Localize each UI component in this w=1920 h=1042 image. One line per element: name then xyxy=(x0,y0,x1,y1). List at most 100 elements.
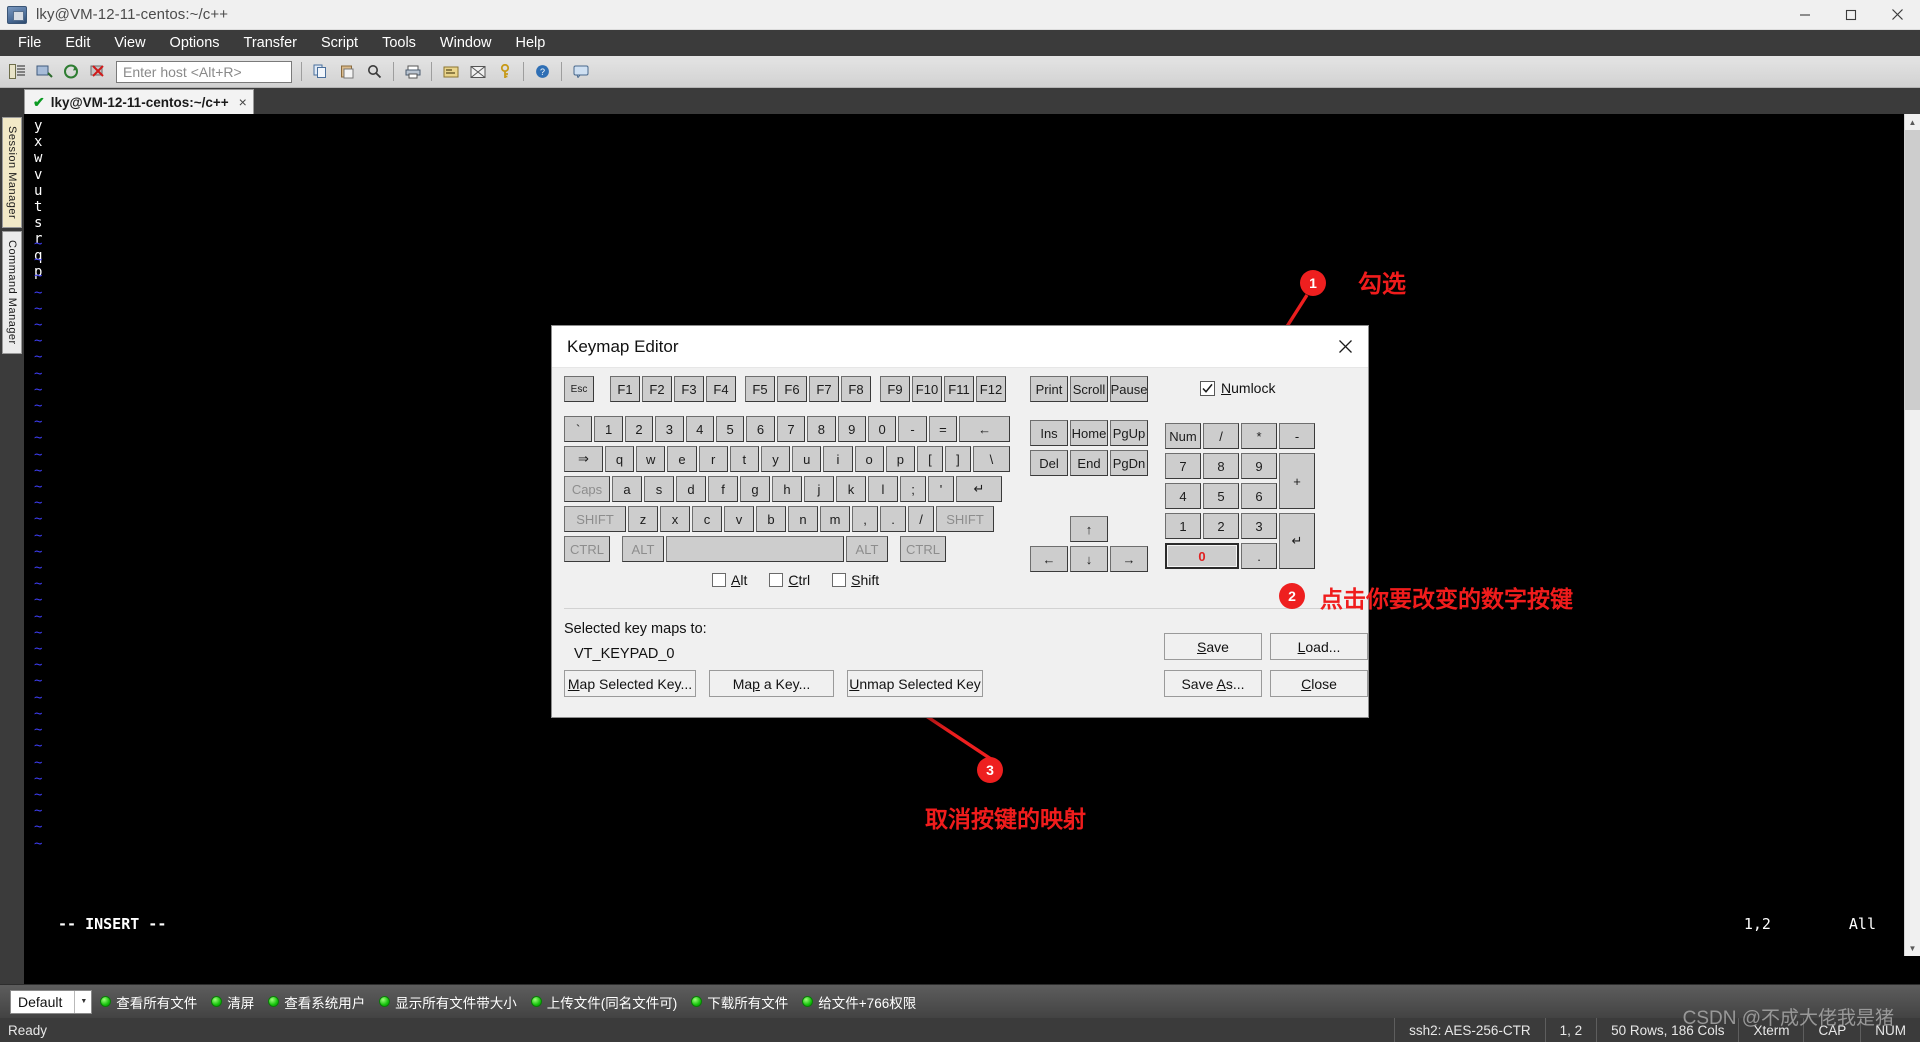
key-f8[interactable]: F8 xyxy=(841,376,871,402)
key-arrow-right[interactable]: → xyxy=(1110,546,1148,572)
menu-edit[interactable]: Edit xyxy=(53,31,102,55)
menu-window[interactable]: Window xyxy=(428,31,504,55)
key-w[interactable]: w xyxy=(636,446,666,472)
key-numpad-minus[interactable]: - xyxy=(1279,423,1315,449)
minimize-icon[interactable] xyxy=(1782,0,1828,30)
map-selected-key-button[interactable]: Map Selected Key... xyxy=(564,670,696,697)
key-pause[interactable]: Pause xyxy=(1110,376,1148,402)
key-3[interactable]: 3 xyxy=(655,416,684,442)
key-quote[interactable]: ' xyxy=(928,476,954,502)
save-as-button[interactable]: Save As... xyxy=(1164,670,1262,697)
key-space[interactable] xyxy=(666,536,844,562)
key-scroll[interactable]: Scroll xyxy=(1070,376,1108,402)
key-numpad-multiply[interactable]: * xyxy=(1241,423,1277,449)
key-esc[interactable]: Esc xyxy=(564,376,594,402)
vertical-scrollbar[interactable]: ▲ ▼ xyxy=(1904,114,1920,956)
key-comma[interactable]: , xyxy=(852,506,878,532)
key-numpad-8[interactable]: 8 xyxy=(1203,453,1239,479)
tab-session[interactable]: ✔ lky@VM-12-11-centos:~/c++ × xyxy=(24,89,254,114)
options-icon[interactable] xyxy=(465,60,490,84)
key-l[interactable]: l xyxy=(868,476,898,502)
key-shift-right[interactable]: SHIFT xyxy=(936,506,994,532)
key-numpad-6[interactable]: 6 xyxy=(1241,483,1277,509)
key-alt-right[interactable]: ALT xyxy=(846,536,888,562)
close-icon[interactable] xyxy=(1874,0,1920,30)
key-u[interactable]: u xyxy=(792,446,822,472)
key-4[interactable]: 4 xyxy=(685,416,714,442)
host-input[interactable]: Enter host <Alt+R> xyxy=(116,60,292,83)
maximize-icon[interactable] xyxy=(1828,0,1874,30)
alt-checkbox[interactable]: Alt xyxy=(712,572,747,588)
key-8[interactable]: 8 xyxy=(807,416,836,442)
close-button[interactable]: Close xyxy=(1270,670,1368,697)
shift-checkbox[interactable]: Shift xyxy=(832,572,879,588)
scrollbar-thumb[interactable] xyxy=(1905,130,1920,410)
key-c[interactable]: c xyxy=(692,506,722,532)
scroll-up-icon[interactable]: ▲ xyxy=(1905,114,1920,130)
key-h[interactable]: h xyxy=(772,476,802,502)
key-r[interactable]: r xyxy=(698,446,728,472)
key-numpad-3[interactable]: 3 xyxy=(1241,513,1277,539)
key-f[interactable]: f xyxy=(708,476,738,502)
key-s[interactable]: s xyxy=(644,476,674,502)
key-n[interactable]: n xyxy=(788,506,818,532)
load-button[interactable]: Load... xyxy=(1270,633,1368,660)
chevron-down-icon[interactable]: ▼ xyxy=(74,990,87,1013)
key-9[interactable]: 9 xyxy=(837,416,866,442)
key-e[interactable]: e xyxy=(667,446,697,472)
map-a-key-button[interactable]: Map a Key... xyxy=(709,670,834,697)
menu-script[interactable]: Script xyxy=(309,31,370,55)
reconnect-icon[interactable] xyxy=(59,60,84,84)
key-f2[interactable]: F2 xyxy=(642,376,672,402)
key-f3[interactable]: F3 xyxy=(674,376,704,402)
key-numpad-0[interactable]: 0 xyxy=(1165,543,1239,569)
key-d[interactable]: d xyxy=(676,476,706,502)
key-pageup[interactable]: PgUp xyxy=(1110,420,1148,446)
key-delete[interactable]: Del xyxy=(1030,450,1068,476)
key-bracket-right[interactable]: ] xyxy=(944,446,971,472)
key-bracket-left[interactable]: [ xyxy=(916,446,943,472)
key-i[interactable]: i xyxy=(823,446,853,472)
button-bar-item-4[interactable]: 上传文件(同名文件可) xyxy=(530,992,677,1012)
key-b[interactable]: b xyxy=(756,506,786,532)
key-6[interactable]: 6 xyxy=(746,416,775,442)
key-numlock[interactable]: Num xyxy=(1165,423,1201,449)
key-numpad-1[interactable]: 1 xyxy=(1165,513,1201,539)
key-semicolon[interactable]: ; xyxy=(900,476,926,502)
scroll-down-icon[interactable]: ▼ xyxy=(1905,940,1920,956)
key-arrow-left[interactable]: ← xyxy=(1030,546,1068,572)
rail-command-manager[interactable]: Command Manager xyxy=(2,231,22,354)
key-numpad-enter[interactable]: ↵ xyxy=(1279,513,1315,569)
button-bar-item-5[interactable]: 下载所有文件 xyxy=(691,992,788,1012)
numlock-checkbox[interactable]: Numlock xyxy=(1200,380,1275,396)
key-equals[interactable]: = xyxy=(928,416,958,442)
key-numpad-7[interactable]: 7 xyxy=(1165,453,1201,479)
key-alt-left[interactable]: ALT xyxy=(622,536,664,562)
key-f9[interactable]: F9 xyxy=(880,376,910,402)
key-insert[interactable]: Ins xyxy=(1030,420,1068,446)
key-backslash[interactable]: \ xyxy=(972,446,1010,472)
menu-options[interactable]: Options xyxy=(158,31,232,55)
rail-session-manager[interactable]: Session Manager xyxy=(2,117,22,229)
key-ctrl-left[interactable]: CTRL xyxy=(564,536,610,562)
key-a[interactable]: a xyxy=(612,476,642,502)
key-ctrl-right[interactable]: CTRL xyxy=(900,536,946,562)
key-f10[interactable]: F10 xyxy=(912,376,942,402)
key-m[interactable]: m xyxy=(820,506,850,532)
key-1[interactable]: 1 xyxy=(594,416,623,442)
key-numpad-plus[interactable]: + xyxy=(1279,453,1315,509)
key-capslock[interactable]: Caps xyxy=(564,476,610,502)
key-enter[interactable]: ↵ xyxy=(956,476,1002,502)
key-numpad-2[interactable]: 2 xyxy=(1203,513,1239,539)
button-bar-item-1[interactable]: 清屏 xyxy=(211,992,254,1012)
help-icon[interactable]: ? xyxy=(530,60,555,84)
alt-checkbox-box[interactable] xyxy=(712,573,726,587)
button-bar-item-6[interactable]: 给文件+766权限 xyxy=(802,992,916,1012)
key-home[interactable]: Home xyxy=(1070,420,1108,446)
menu-help[interactable]: Help xyxy=(504,31,558,55)
key-slash[interactable]: / xyxy=(908,506,934,532)
key-minus[interactable]: - xyxy=(898,416,927,442)
key-backspace[interactable]: ← xyxy=(959,416,1011,442)
key-5[interactable]: 5 xyxy=(715,416,745,442)
key-period[interactable]: . xyxy=(880,506,906,532)
